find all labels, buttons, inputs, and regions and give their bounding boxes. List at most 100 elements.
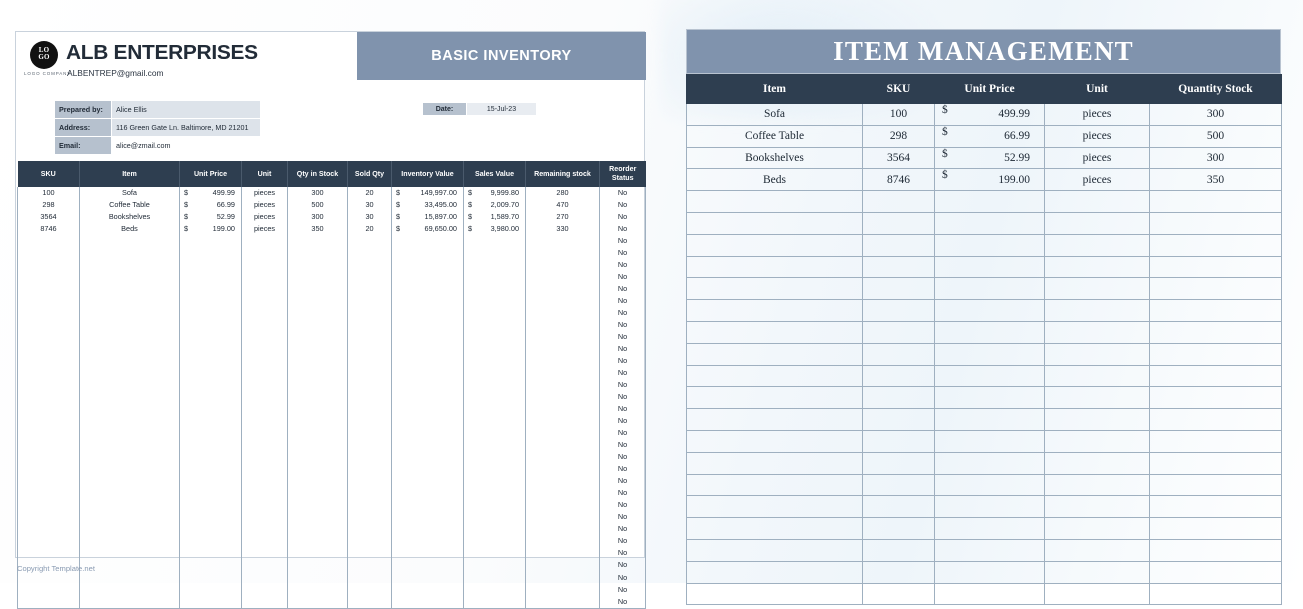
cell-item[interactable]	[79, 463, 180, 476]
im-cell-sku[interactable]	[862, 517, 935, 540]
cell-qty-in-stock[interactable]	[287, 343, 348, 356]
cell-unit[interactable]: pieces	[241, 211, 288, 224]
im-cell-unit[interactable]	[1044, 277, 1150, 301]
cell-reorder-status[interactable]: No	[599, 319, 646, 332]
im-cell-sku[interactable]	[862, 320, 935, 344]
cell-inventory-value[interactable]	[391, 259, 464, 272]
cell-unit[interactable]	[241, 307, 288, 320]
cell-unit[interactable]: pieces	[241, 223, 288, 236]
col-header-sales-value[interactable]: Sales Value	[463, 161, 526, 187]
cell-sales-value[interactable]	[463, 499, 526, 512]
im-col-header-unit[interactable]: Unit	[1044, 74, 1150, 104]
cell-item[interactable]	[79, 259, 180, 272]
cell-sold-qty[interactable]	[347, 451, 392, 464]
cell-unit-price[interactable]	[179, 415, 242, 428]
im-cell-unit[interactable]	[1044, 408, 1150, 431]
cell-sku[interactable]: 100	[17, 187, 80, 200]
cell-sales-value[interactable]	[463, 331, 526, 344]
cell-sold-qty[interactable]	[347, 379, 392, 392]
cell-unit[interactable]	[241, 367, 288, 380]
im-cell-item[interactable]	[686, 473, 863, 497]
cell-sales-value[interactable]	[463, 379, 526, 392]
cell-remaining-stock[interactable]	[525, 355, 600, 368]
im-cell-unit[interactable]	[1044, 538, 1150, 562]
im-cell-unit[interactable]	[1044, 211, 1150, 235]
cell-qty-in-stock[interactable]	[287, 307, 348, 320]
im-cell-item[interactable]	[686, 429, 863, 453]
cell-item[interactable]	[79, 451, 180, 464]
im-cell-unit-price[interactable]	[934, 364, 1045, 388]
cell-remaining-stock[interactable]	[525, 415, 600, 428]
cell-sold-qty[interactable]	[347, 319, 392, 332]
cell-unit[interactable]	[241, 439, 288, 452]
cell-sku[interactable]	[17, 283, 80, 296]
cell-qty-in-stock[interactable]	[287, 235, 348, 248]
cell-remaining-stock[interactable]	[525, 535, 600, 548]
cell-qty-in-stock[interactable]	[287, 259, 348, 272]
im-cell-sku[interactable]: 3564	[862, 146, 935, 170]
cell-sales-value[interactable]	[463, 283, 526, 296]
cell-unit[interactable]	[241, 535, 288, 548]
cell-sku[interactable]	[17, 451, 80, 464]
cell-inventory-value[interactable]: $149,997.00	[391, 187, 464, 200]
im-cell-quantity-stock[interactable]	[1149, 538, 1282, 562]
cell-sku[interactable]: 3564	[17, 211, 80, 224]
cell-sku[interactable]	[17, 319, 80, 332]
im-cell-unit-price[interactable]	[934, 560, 1045, 584]
cell-sold-qty[interactable]	[347, 415, 392, 428]
cell-sold-qty[interactable]	[347, 331, 392, 344]
cell-unit[interactable]	[241, 595, 288, 609]
im-cell-quantity-stock[interactable]: 500	[1149, 124, 1282, 148]
cell-item[interactable]	[79, 283, 180, 296]
cell-reorder-status[interactable]: No	[599, 583, 646, 596]
cell-item[interactable]: Beds	[79, 223, 180, 236]
cell-sku[interactable]	[17, 295, 80, 308]
cell-unit[interactable]	[241, 331, 288, 344]
cell-qty-in-stock[interactable]	[287, 403, 348, 416]
cell-unit[interactable]	[241, 487, 288, 500]
cell-qty-in-stock[interactable]: 300	[287, 187, 348, 200]
cell-remaining-stock[interactable]	[525, 499, 600, 512]
cell-remaining-stock[interactable]	[525, 559, 600, 572]
im-cell-item[interactable]	[686, 320, 863, 344]
cell-item[interactable]	[79, 247, 180, 260]
im-cell-unit[interactable]	[1044, 451, 1150, 475]
cell-inventory-value[interactable]	[391, 415, 464, 428]
cell-sold-qty[interactable]	[347, 571, 392, 584]
im-cell-sku[interactable]	[862, 429, 935, 453]
cell-sku[interactable]	[17, 583, 80, 596]
cell-reorder-status[interactable]: No	[599, 343, 646, 356]
col-header-unit[interactable]: Unit	[241, 161, 288, 187]
cell-reorder-status[interactable]: No	[599, 391, 646, 404]
im-cell-sku[interactable]	[862, 342, 935, 366]
cell-inventory-value[interactable]	[391, 547, 464, 560]
cell-qty-in-stock[interactable]	[287, 547, 348, 560]
cell-unit[interactable]: pieces	[241, 187, 288, 200]
cell-inventory-value[interactable]	[391, 451, 464, 464]
im-cell-quantity-stock[interactable]	[1149, 364, 1282, 388]
cell-inventory-value[interactable]	[391, 487, 464, 500]
cell-item[interactable]: Coffee Table	[79, 199, 180, 212]
cell-remaining-stock[interactable]	[525, 547, 600, 560]
cell-remaining-stock[interactable]	[525, 331, 600, 344]
info-value-address[interactable]: 116 Green Gate Ln. Baltimore, MD 21201	[111, 118, 261, 137]
cell-remaining-stock[interactable]	[525, 271, 600, 284]
im-cell-quantity-stock[interactable]	[1149, 320, 1282, 344]
cell-sku[interactable]	[17, 499, 80, 512]
im-cell-sku[interactable]	[862, 299, 935, 322]
cell-remaining-stock[interactable]	[525, 247, 600, 260]
cell-reorder-status[interactable]: No	[599, 595, 646, 609]
im-cell-unit-price[interactable]	[934, 299, 1045, 322]
cell-sku[interactable]	[17, 259, 80, 272]
cell-unit-price[interactable]: $52.99	[179, 211, 242, 224]
cell-unit[interactable]	[241, 379, 288, 392]
cell-qty-in-stock[interactable]: 300	[287, 211, 348, 224]
cell-sku[interactable]	[17, 571, 80, 584]
cell-reorder-status[interactable]: No	[599, 499, 646, 512]
cell-sold-qty[interactable]	[347, 271, 392, 284]
cell-sales-value[interactable]	[463, 367, 526, 380]
cell-sales-value[interactable]	[463, 391, 526, 404]
cell-sales-value[interactable]	[463, 535, 526, 548]
cell-sales-value[interactable]: $9,999.80	[463, 187, 526, 200]
cell-unit-price[interactable]	[179, 271, 242, 284]
